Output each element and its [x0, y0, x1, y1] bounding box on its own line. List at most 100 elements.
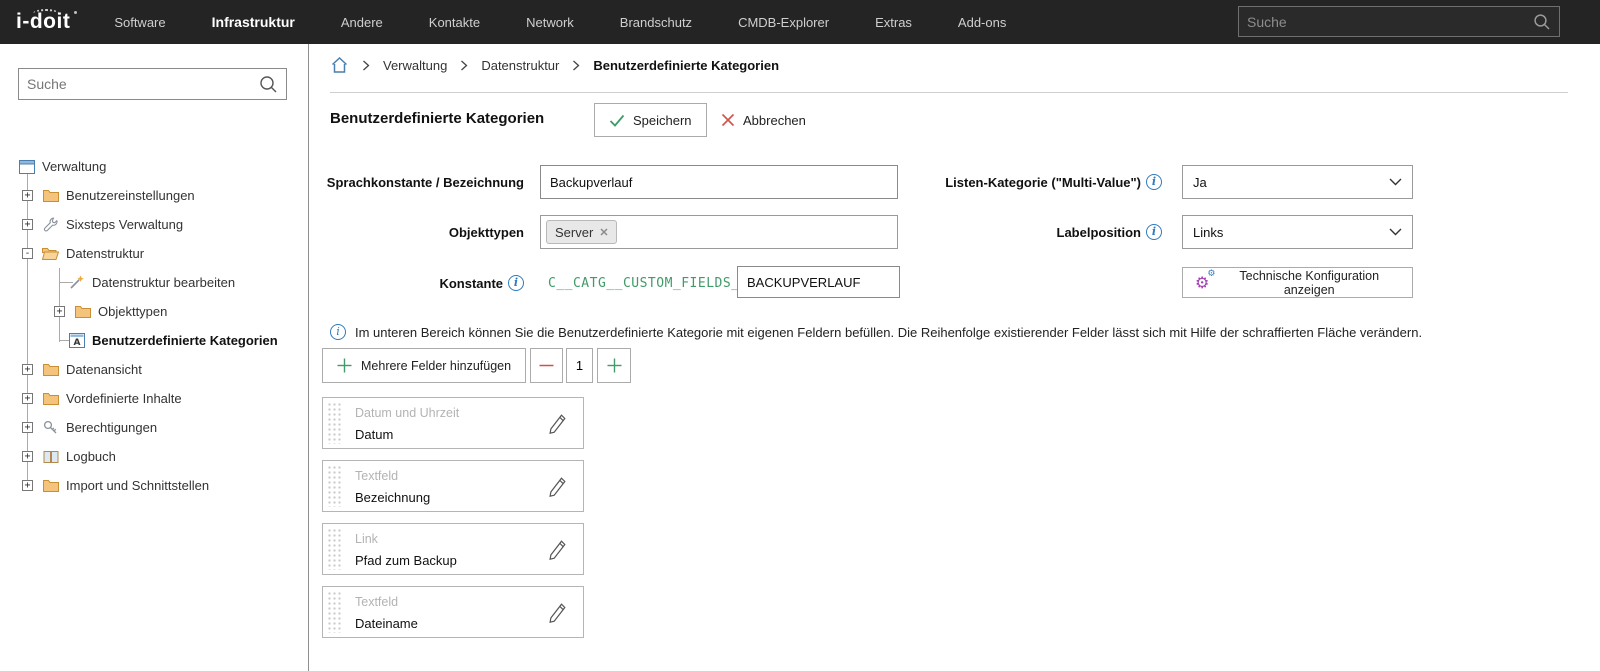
- drag-handle[interactable]: [327, 591, 342, 633]
- info-icon[interactable]: i: [1146, 174, 1162, 190]
- plus-icon: [607, 358, 622, 373]
- tree-item-sixsteps-verwaltung[interactable]: + Sixsteps Verwaltung: [0, 210, 308, 239]
- edit-pencil-icon[interactable]: [547, 412, 569, 436]
- increase-count-button[interactable]: [597, 348, 631, 383]
- tree-item-import-und-schnittstellen[interactable]: + Import und Schnittstellen: [0, 471, 308, 500]
- breadcrumb-item-benutzerdefinierte-kategorien: Benutzerdefinierte Kategorien: [593, 57, 780, 73]
- cancel-button-label: Abbrechen: [743, 112, 806, 128]
- objekttypen-label: Objekttypen: [309, 215, 524, 249]
- cancel-button[interactable]: Abbrechen: [707, 103, 820, 137]
- menu-item-kontakte[interactable]: Kontakte: [429, 15, 480, 30]
- drag-handle[interactable]: [327, 402, 342, 444]
- sprachkonstante-input[interactable]: [540, 165, 898, 199]
- field-name-label: Pfad zum Backup: [355, 553, 457, 568]
- add-multiple-fields-button[interactable]: Mehrere Felder hinzufügen: [322, 348, 527, 383]
- top-menu: Software Infrastruktur Andere Kontakte N…: [114, 14, 1006, 30]
- menu-item-add-ons[interactable]: Add-ons: [958, 15, 1006, 30]
- menu-item-andere[interactable]: Andere: [341, 15, 383, 30]
- info-icon[interactable]: i: [1146, 224, 1162, 240]
- drag-handle[interactable]: [327, 528, 342, 570]
- add-multiple-fields-label: Mehrere Felder hinzufügen: [361, 358, 512, 373]
- field-card-datum: Datum und Uhrzeit Datum: [322, 397, 584, 449]
- chevron-down-icon: [1389, 228, 1402, 236]
- breadcrumb: Verwaltung Datenstruktur Benutzerdefinie…: [330, 56, 779, 74]
- home-icon[interactable]: [330, 56, 349, 74]
- info-icon[interactable]: i: [508, 275, 524, 291]
- decrease-count-button[interactable]: [530, 348, 563, 383]
- sidebar-search-input[interactable]: [27, 76, 259, 92]
- idoit-logo[interactable]: i-doit: [16, 9, 78, 34]
- gear-small: ⚙: [1207, 269, 1216, 279]
- field-type-label: Link: [355, 532, 378, 546]
- tech-config-button[interactable]: ⚙ ⚙ Technische Konfiguration anzeigen: [1182, 267, 1413, 298]
- tree-item-logbuch[interactable]: + Logbuch: [0, 442, 308, 471]
- edit-pencil-icon[interactable]: [547, 538, 569, 562]
- chevron-right-icon: [362, 60, 370, 71]
- tree-item-objekttypen[interactable]: + Objekttypen: [0, 297, 308, 326]
- objekttypen-input[interactable]: Server: [540, 215, 898, 249]
- label-text: Sprachkonstante / Bezeichnung: [326, 174, 524, 190]
- tree-item-berechtigungen[interactable]: + Berechtigungen: [0, 413, 308, 442]
- tree-expander-icon[interactable]: +: [22, 480, 33, 491]
- tree-item-datenstruktur-bearbeiten[interactable]: Datenstruktur bearbeiten: [0, 268, 308, 297]
- remove-tag-icon[interactable]: [600, 228, 608, 236]
- label-text: Labelposition: [1056, 224, 1142, 240]
- field-count-input[interactable]: [566, 348, 593, 383]
- folder-icon: [42, 188, 59, 203]
- minus-icon: [539, 364, 554, 367]
- edit-pencil-icon[interactable]: [547, 601, 569, 625]
- tree-expander-icon[interactable]: +: [22, 364, 33, 375]
- breadcrumb-item-verwaltung[interactable]: Verwaltung: [383, 58, 447, 73]
- tree-expander-icon[interactable]: +: [22, 451, 33, 462]
- wrench-icon: [42, 217, 59, 232]
- selected-value: Links: [1193, 224, 1224, 240]
- sidebar: Verwaltung + Benutzereinstellungen + Six…: [0, 44, 309, 671]
- konstante-prefix: C__CATG__CUSTOM_FIELDS_: [548, 275, 740, 291]
- page-title: Benutzerdefinierte Kategorien: [330, 110, 545, 127]
- menu-item-extras[interactable]: Extras: [875, 15, 912, 30]
- field-type-label: Textfeld: [355, 595, 399, 609]
- tree-expander-icon[interactable]: +: [22, 422, 33, 433]
- field-name-label: Bezeichnung: [355, 490, 431, 505]
- tree-item-verwaltung[interactable]: Verwaltung: [0, 152, 308, 181]
- tree-item-benutzereinstellungen[interactable]: + Benutzereinstellungen: [0, 181, 308, 210]
- chevron-right-icon: [460, 60, 468, 71]
- menu-item-cmdb-explorer[interactable]: CMDB-Explorer: [738, 15, 829, 30]
- tree-expander-icon[interactable]: +: [22, 393, 33, 404]
- tree-item-label: Objekttypen: [98, 304, 168, 319]
- menu-item-brandschutz[interactable]: Brandschutz: [620, 15, 692, 30]
- logo-registered-dot: [74, 11, 78, 14]
- tree-item-benutzerdefinierte-kategorien[interactable]: A Benutzerdefinierte Kategorien: [0, 326, 308, 355]
- tree-expander-icon[interactable]: +: [54, 306, 65, 317]
- tree-item-label: Datenstruktur: [66, 246, 145, 261]
- sprachkonstante-label: Sprachkonstante / Bezeichnung: [309, 165, 524, 199]
- admin-tree: Verwaltung + Benutzereinstellungen + Six…: [0, 152, 308, 500]
- edit-pencil-icon[interactable]: [547, 475, 569, 499]
- menu-item-software[interactable]: Software: [114, 15, 165, 30]
- folder-icon: [74, 304, 91, 319]
- breadcrumb-item-datenstruktur[interactable]: Datenstruktur: [481, 58, 559, 73]
- menu-item-infrastruktur[interactable]: Infrastruktur: [212, 14, 295, 30]
- search-icon[interactable]: [1533, 13, 1551, 31]
- global-search-input[interactable]: [1247, 13, 1533, 30]
- search-icon[interactable]: [259, 75, 278, 94]
- konstante-input[interactable]: [737, 266, 900, 298]
- field-name-label: Datum: [355, 427, 394, 442]
- labelposition-select[interactable]: Links: [1182, 215, 1413, 249]
- save-button[interactable]: Speichern: [594, 103, 707, 137]
- tag-label: Server: [555, 224, 594, 240]
- tree-collapse-icon[interactable]: -: [22, 248, 33, 259]
- tree-expander-icon[interactable]: +: [22, 190, 33, 201]
- tree-expander-icon[interactable]: +: [22, 219, 33, 230]
- listen-kategorie-select[interactable]: Ja: [1182, 165, 1413, 199]
- field-type-label: Datum und Uhrzeit: [355, 406, 460, 420]
- menu-item-network[interactable]: Network: [526, 15, 574, 30]
- tree-item-vordefinierte-inhalte[interactable]: + Vordefinierte Inhalte: [0, 384, 308, 413]
- tree-item-label: Datenstruktur bearbeiten: [92, 275, 236, 290]
- tree-item-datenstruktur[interactable]: - Datenstruktur: [0, 239, 308, 268]
- tree-item-datenansicht[interactable]: + Datenansicht: [0, 355, 308, 384]
- labelposition-label: Labelposition i: [909, 215, 1162, 249]
- drag-handle[interactable]: [327, 465, 342, 507]
- logo-dots-decoration: [33, 9, 59, 18]
- label-text: Konstante: [439, 275, 503, 291]
